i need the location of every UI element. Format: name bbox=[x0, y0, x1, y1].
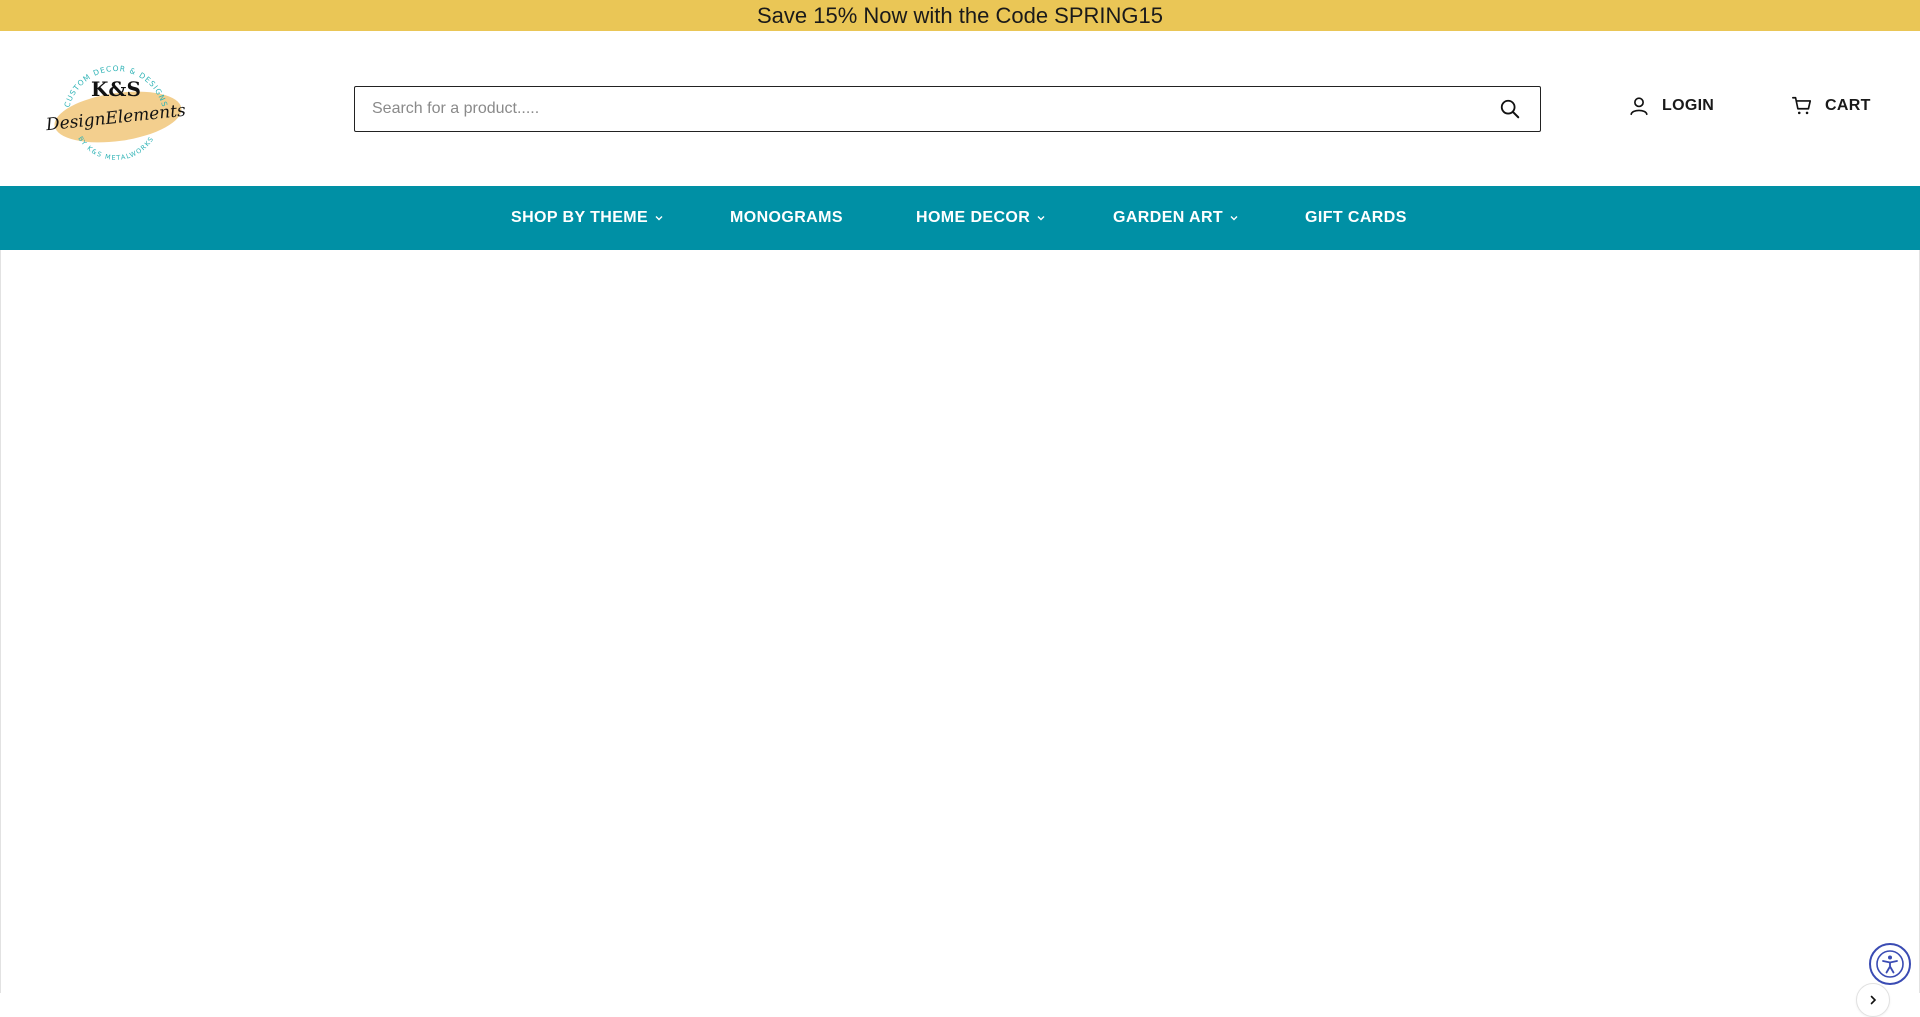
accessibility-icon bbox=[1876, 950, 1904, 978]
search-bar bbox=[354, 86, 1541, 132]
login-link[interactable]: LOGIN bbox=[1628, 95, 1714, 117]
carousel-next-button[interactable] bbox=[1856, 983, 1890, 1017]
site-header: CUSTOM DECOR & DESIGNS BY K&S METALWORKS… bbox=[0, 31, 1920, 186]
logo-emblem: CUSTOM DECOR & DESIGNS BY K&S METALWORKS… bbox=[46, 64, 186, 162]
accessibility-button[interactable] bbox=[1869, 943, 1911, 985]
nav-item-garden-art[interactable]: GARDEN ART bbox=[1113, 186, 1239, 250]
nav-label: GIFT CARDS bbox=[1305, 209, 1407, 226]
user-icon bbox=[1630, 97, 1648, 116]
nav-item-home-decor[interactable]: HOME DECOR bbox=[916, 186, 1046, 250]
announcement-bar: Save 15% Now with the Code SPRING15 bbox=[0, 0, 1920, 31]
chevron-down-icon bbox=[1230, 216, 1238, 221]
nav-item-gift-cards[interactable]: GIFT CARDS bbox=[1305, 186, 1407, 250]
nav-item-shop-by-theme[interactable]: SHOP BY THEME bbox=[511, 186, 664, 250]
chevron-down-icon bbox=[1037, 216, 1045, 221]
search-icon bbox=[1500, 99, 1520, 119]
cart-label: CART bbox=[1825, 97, 1871, 114]
chevron-right-icon bbox=[1870, 995, 1877, 1005]
search-button[interactable] bbox=[1480, 87, 1540, 131]
cart-icon bbox=[1792, 96, 1812, 115]
announcement-text: Save 15% Now with the Code SPRING15 bbox=[757, 2, 1163, 28]
svg-text:K&S: K&S bbox=[91, 77, 141, 101]
chevron-down-icon bbox=[655, 216, 663, 221]
login-label: LOGIN bbox=[1662, 97, 1715, 114]
search-input[interactable] bbox=[355, 87, 1480, 131]
main-navigation: SHOP BY THEME MONOGRAMS HOME DECOR GARDE… bbox=[0, 186, 1920, 250]
hero-carousel bbox=[0, 250, 1920, 1017]
nav-label: SHOP BY THEME bbox=[511, 209, 649, 226]
site-logo[interactable]: CUSTOM DECOR & DESIGNS BY K&S METALWORKS… bbox=[46, 57, 186, 165]
nav-label: GARDEN ART bbox=[1113, 209, 1224, 226]
nav-item-monograms[interactable]: MONOGRAMS bbox=[730, 186, 843, 250]
cart-link[interactable]: CART bbox=[1791, 95, 1871, 117]
nav-label: MONOGRAMS bbox=[730, 209, 843, 226]
nav-label: HOME DECOR bbox=[916, 209, 1031, 226]
